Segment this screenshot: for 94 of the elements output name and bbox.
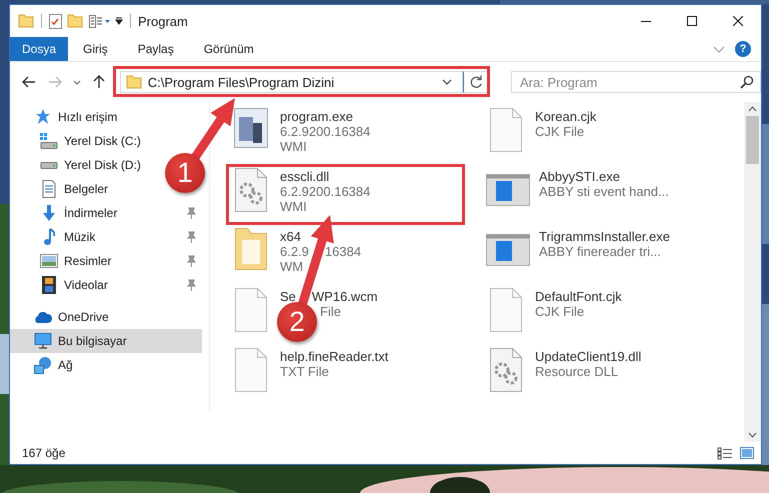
- sidebar-item[interactable]: OneDrive: [10, 305, 115, 329]
- file-name[interactable]: DefaultFont.cjk: [535, 289, 622, 304]
- cloud-icon: [34, 312, 52, 322]
- drive-icon: [40, 162, 58, 168]
- sidebar-item[interactable]: Müzik: [10, 225, 202, 249]
- sidebar-item[interactable]: Yerel Disk (C:): [10, 129, 147, 153]
- file-detail: WM: [280, 259, 304, 274]
- address-bar[interactable]: C:\Program Files\Program Dizini: [120, 71, 464, 93]
- blank-file-icon[interactable]: [235, 288, 267, 332]
- scrollbar-thumb[interactable]: [746, 116, 759, 164]
- address-path[interactable]: C:\Program Files\Program Dizini: [148, 74, 334, 90]
- sidebar-item[interactable]: Hızlı erişim: [10, 105, 124, 129]
- checklist-icon[interactable]: [49, 14, 62, 28]
- close-icon: [733, 16, 743, 26]
- minimize-icon: [641, 20, 651, 22]
- back-arrow-icon: [22, 76, 36, 88]
- ribbon-tab[interactable]: Paylaş: [122, 37, 189, 61]
- blank-file-icon[interactable]: [235, 348, 267, 392]
- search-icon[interactable]: [740, 75, 754, 89]
- folder-icon: [126, 75, 142, 89]
- sidebar-item[interactable]: Resimler: [10, 249, 202, 273]
- network-icon: [34, 356, 52, 374]
- folder-icon: [18, 14, 34, 28]
- sidebar-item[interactable]: Belgeler: [10, 177, 114, 201]
- file-name[interactable]: AbbyySTI.exe: [539, 169, 620, 184]
- file-detail: ABBY finereader tri...: [539, 244, 661, 259]
- film-strip-icon: [42, 276, 56, 294]
- file-name[interactable]: x64: [280, 229, 301, 244]
- pin-icon[interactable]: [186, 255, 196, 267]
- gear-file-icon[interactable]: [490, 348, 522, 392]
- drive-icon: [40, 133, 58, 149]
- star-icon: [34, 109, 52, 125]
- ribbon-tab[interactable]: Dosya: [10, 37, 68, 61]
- sidebar-item[interactable]: İndirmeler: [10, 201, 202, 225]
- gear-file-icon[interactable]: [235, 168, 267, 212]
- file-name[interactable]: esscli.dll: [280, 169, 330, 184]
- file-name[interactable]: Se: [280, 289, 296, 304]
- file-detail: 6.2.9200.16384: [280, 184, 370, 199]
- ribbon-tab[interactable]: Görünüm: [188, 37, 269, 61]
- file-name[interactable]: WP16.wcm: [312, 289, 378, 304]
- sidebar-item[interactable]: Yerel Disk (D:): [10, 153, 147, 177]
- picture-icon: [40, 254, 58, 268]
- file-detail: WMI: [280, 199, 307, 214]
- file-detail: 6.2.9: [280, 244, 309, 259]
- blank-file-icon[interactable]: [490, 288, 522, 332]
- download-arrow-icon: [42, 204, 56, 222]
- scroll-up-icon[interactable]: [748, 106, 757, 112]
- file-detail: 16384: [324, 244, 362, 259]
- file-name[interactable]: help.fineReader.txt: [280, 349, 388, 364]
- help-button[interactable]: ?: [735, 41, 751, 57]
- refresh-icon: [469, 75, 483, 89]
- pin-icon[interactable]: [186, 231, 196, 243]
- application-window-icon[interactable]: [486, 234, 530, 266]
- item-count: 167 öğe: [22, 446, 66, 460]
- file-detail: CJK File: [535, 304, 584, 319]
- scroll-down-icon[interactable]: [748, 432, 757, 438]
- file-detail: File: [320, 304, 341, 319]
- refresh-button[interactable]: [463, 71, 489, 93]
- forward-arrow-icon: [48, 76, 62, 88]
- caret-icon[interactable]: [115, 17, 123, 25]
- file-detail: WMI: [280, 139, 307, 154]
- scrollbar[interactable]: [744, 102, 761, 442]
- application-window-icon[interactable]: [486, 174, 530, 206]
- monitor-icon: [34, 333, 52, 349]
- pin-icon[interactable]: [186, 207, 196, 219]
- folder-icon[interactable]: [67, 14, 83, 28]
- sidebar-item[interactable]: Ağ: [10, 353, 79, 377]
- chevron-icon[interactable]: [442, 79, 452, 85]
- blank-file-icon[interactable]: [490, 108, 522, 152]
- maximize-icon: [687, 16, 697, 26]
- file-name[interactable]: TrigrammsInstaller.exe: [539, 229, 670, 244]
- program-icon[interactable]: [234, 108, 268, 148]
- music-note-icon: [43, 228, 55, 246]
- file-detail: TXT File: [280, 364, 329, 379]
- properties-icon[interactable]: [88, 14, 110, 28]
- sidebar-item[interactable]: Videolar: [10, 273, 202, 297]
- file-name[interactable]: UpdateClient19.dll: [535, 349, 642, 364]
- search-field[interactable]: Ara: Program: [510, 71, 761, 93]
- file-detail: 6.2.9200.16384: [280, 124, 370, 139]
- file-detail: Resource DLL: [535, 364, 618, 379]
- ribbon-tab[interactable]: Giriş: [68, 37, 123, 61]
- up-arrow-icon: [92, 75, 105, 89]
- file-name[interactable]: program.exe: [280, 109, 353, 124]
- pin-icon[interactable]: [186, 279, 196, 291]
- document-icon: [42, 180, 56, 198]
- sidebar-item[interactable]: Bu bilgisayar: [10, 329, 202, 353]
- folder-icon[interactable]: [235, 228, 267, 270]
- file-detail: ABBY sti event hand...: [539, 184, 669, 199]
- file-name[interactable]: Korean.cjk: [535, 109, 596, 124]
- large-icons-view-icon[interactable]: [739, 446, 755, 460]
- file-detail: CJK File: [535, 124, 584, 139]
- window-title: Program: [138, 14, 188, 28]
- chevron-icon: [72, 80, 81, 84]
- details-view-icon[interactable]: [717, 446, 733, 460]
